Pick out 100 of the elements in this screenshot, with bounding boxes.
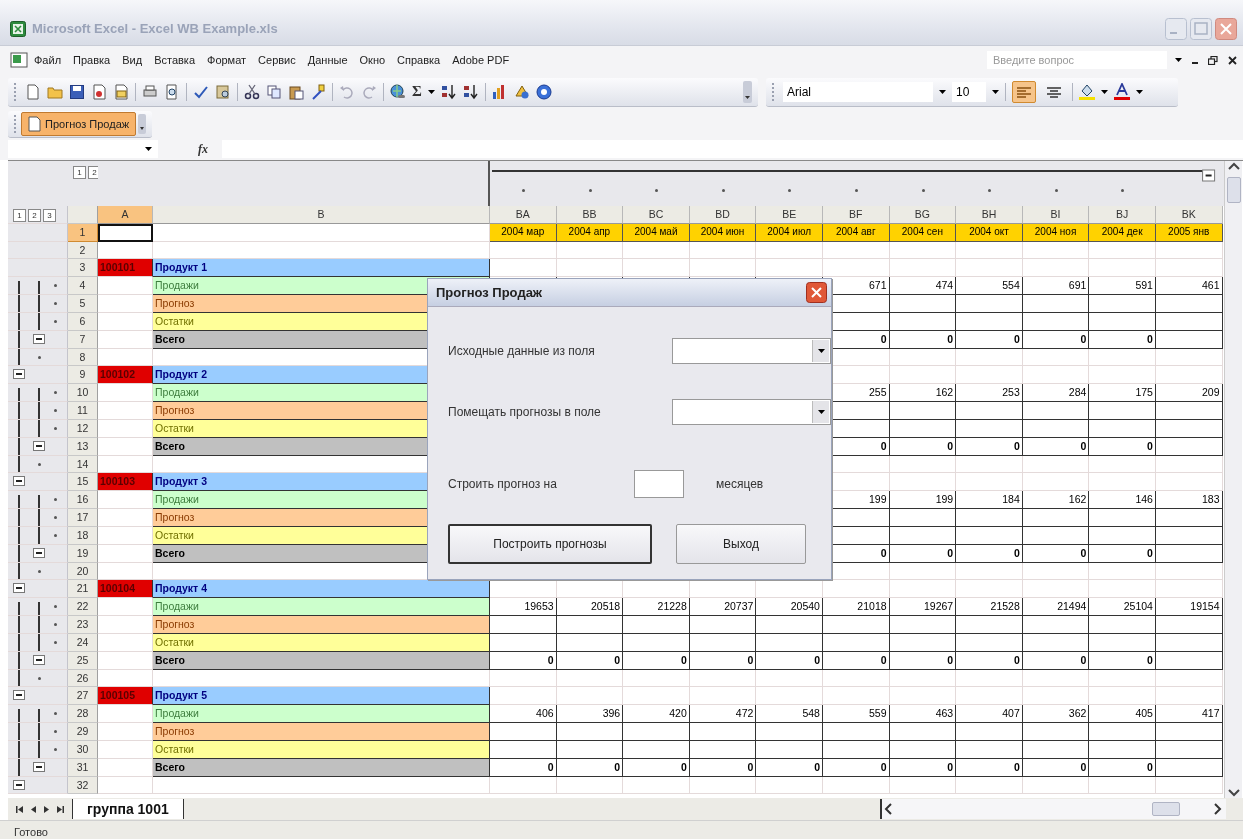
copy-icon[interactable]	[266, 83, 282, 100]
paste-icon[interactable]	[288, 83, 304, 100]
collapse-button[interactable]	[33, 333, 45, 344]
row-header[interactable]: 10	[68, 384, 98, 403]
collapse-button[interactable]	[33, 654, 45, 665]
sort-descending-icon[interactable]	[462, 83, 479, 100]
restore-icon[interactable]	[1208, 55, 1218, 65]
collapse-button[interactable]	[13, 369, 25, 380]
row-header[interactable]: 16	[68, 491, 98, 510]
menu-item[interactable]: Правка	[67, 52, 117, 68]
permission-icon[interactable]	[91, 83, 107, 100]
new-document-icon[interactable]	[25, 83, 41, 100]
fill-color-icon[interactable]	[1079, 83, 1095, 100]
help-icon[interactable]	[535, 83, 552, 100]
column-header[interactable]: BG	[889, 206, 957, 224]
column-header[interactable]: BD	[689, 206, 757, 224]
column-header[interactable]: BE	[756, 206, 823, 224]
row-header[interactable]: 4	[68, 277, 98, 296]
column-header[interactable]: A	[98, 206, 153, 224]
sheet-tab[interactable]: группа 1001	[72, 799, 184, 819]
menu-item[interactable]: Окно	[353, 52, 392, 68]
scroll-thumb[interactable]	[1226, 177, 1241, 203]
workbook-icon[interactable]	[10, 51, 28, 69]
column-header[interactable]: BK	[1155, 206, 1223, 224]
hyperlink-globe-icon[interactable]	[390, 83, 406, 100]
outline-level-button[interactable]: 1	[13, 209, 26, 222]
collapse-button[interactable]	[33, 440, 45, 451]
row-header[interactable]: 22	[68, 598, 98, 617]
input-field[interactable]	[634, 470, 684, 498]
row-header[interactable]: 17	[68, 509, 98, 527]
align-left-button[interactable]	[1012, 80, 1036, 103]
column-header[interactable]: B	[153, 206, 490, 224]
menu-item[interactable]: Вид	[116, 52, 149, 68]
help-search-field[interactable]: Введите вопрос	[987, 51, 1167, 69]
table-cell: 21528	[956, 598, 1023, 617]
menu-item[interactable]: Сервис	[252, 52, 302, 68]
column-header[interactable]: BJ	[1089, 206, 1156, 224]
autosum-button[interactable]: Σ	[412, 83, 422, 100]
toolbar-options-icon[interactable]	[138, 113, 147, 134]
row-header[interactable]: 28	[68, 705, 98, 723]
menu-item[interactable]: Adobe PDF	[446, 52, 516, 68]
first-sheet-icon[interactable]	[16, 804, 23, 814]
dropdown-field[interactable]	[672, 338, 831, 364]
active-cell[interactable]	[98, 223, 153, 242]
next-sheet-icon[interactable]	[44, 804, 49, 814]
menu-item[interactable]: Вставка	[148, 52, 201, 68]
collapse-button[interactable]	[13, 476, 25, 487]
print-preview-icon[interactable]	[164, 83, 180, 100]
row-header[interactable]: 5	[68, 295, 98, 313]
outline-level-button[interactable]: 2	[88, 166, 98, 179]
column-header[interactable]: BF	[822, 206, 890, 224]
outline-level-button[interactable]: 1	[73, 166, 86, 179]
column-header[interactable]: BI	[1022, 206, 1090, 224]
collapse-button[interactable]	[13, 583, 25, 594]
row-header[interactable]: 3	[68, 259, 98, 278]
insert-function-button[interactable]: fx	[198, 141, 208, 157]
row-header[interactable]: 27	[68, 687, 98, 706]
table-cell: 184	[956, 491, 1023, 510]
previous-sheet-icon[interactable]	[31, 804, 36, 814]
exit-button[interactable]: Выход	[676, 524, 806, 564]
last-sheet-icon[interactable]	[57, 804, 64, 814]
menu-item[interactable]: Данные	[301, 52, 354, 68]
row-header[interactable]: 15	[68, 473, 98, 492]
row-header[interactable]: 11	[68, 402, 98, 420]
collapse-button[interactable]	[33, 761, 45, 772]
scroll-thumb[interactable]	[1152, 802, 1180, 816]
table-cell: 0	[623, 651, 690, 670]
print-icon[interactable]	[142, 83, 158, 100]
row-header[interactable]: 21	[68, 580, 98, 599]
outline-level-button[interactable]: 3	[43, 209, 56, 222]
dropdown-field[interactable]	[672, 399, 831, 425]
font-color-icon[interactable]	[1114, 83, 1130, 100]
sort-ascending-icon[interactable]	[440, 83, 457, 100]
collapse-button[interactable]	[33, 547, 45, 558]
research-icon[interactable]	[215, 83, 231, 100]
save-icon[interactable]	[69, 83, 85, 100]
font-name-field[interactable]: Arial	[783, 81, 933, 102]
email-icon[interactable]	[113, 83, 129, 100]
outline-level-button[interactable]: 2	[28, 209, 41, 222]
forecast-toolbar-button[interactable]: Прогноз Продаж	[21, 111, 137, 136]
drawing-icon[interactable]	[513, 83, 530, 100]
menu-item[interactable]: Справка	[391, 52, 447, 68]
collapse-button[interactable]	[13, 779, 25, 790]
close-icon[interactable]	[1228, 55, 1237, 65]
close-button[interactable]	[806, 282, 827, 303]
column-header[interactable]: BA	[490, 206, 557, 224]
menu-item[interactable]: Файл	[28, 52, 68, 68]
font-size-field[interactable]: 10	[952, 81, 986, 102]
toolbar-options-icon[interactable]	[743, 80, 752, 103]
build-forecast-button[interactable]: Построить прогнозы	[448, 524, 652, 564]
column-header[interactable]: BH	[956, 206, 1023, 224]
row-header[interactable]: 23	[68, 616, 98, 634]
menu-item[interactable]: Формат	[201, 52, 253, 68]
format-painter-icon[interactable]	[310, 83, 326, 100]
collapse-button[interactable]	[13, 690, 25, 701]
row-header[interactable]: 9	[68, 366, 98, 385]
scissors-icon[interactable]	[244, 83, 260, 100]
row-header[interactable]: 29	[68, 723, 98, 741]
column-header[interactable]: BC	[623, 206, 690, 224]
column-header[interactable]: BB	[556, 206, 624, 224]
